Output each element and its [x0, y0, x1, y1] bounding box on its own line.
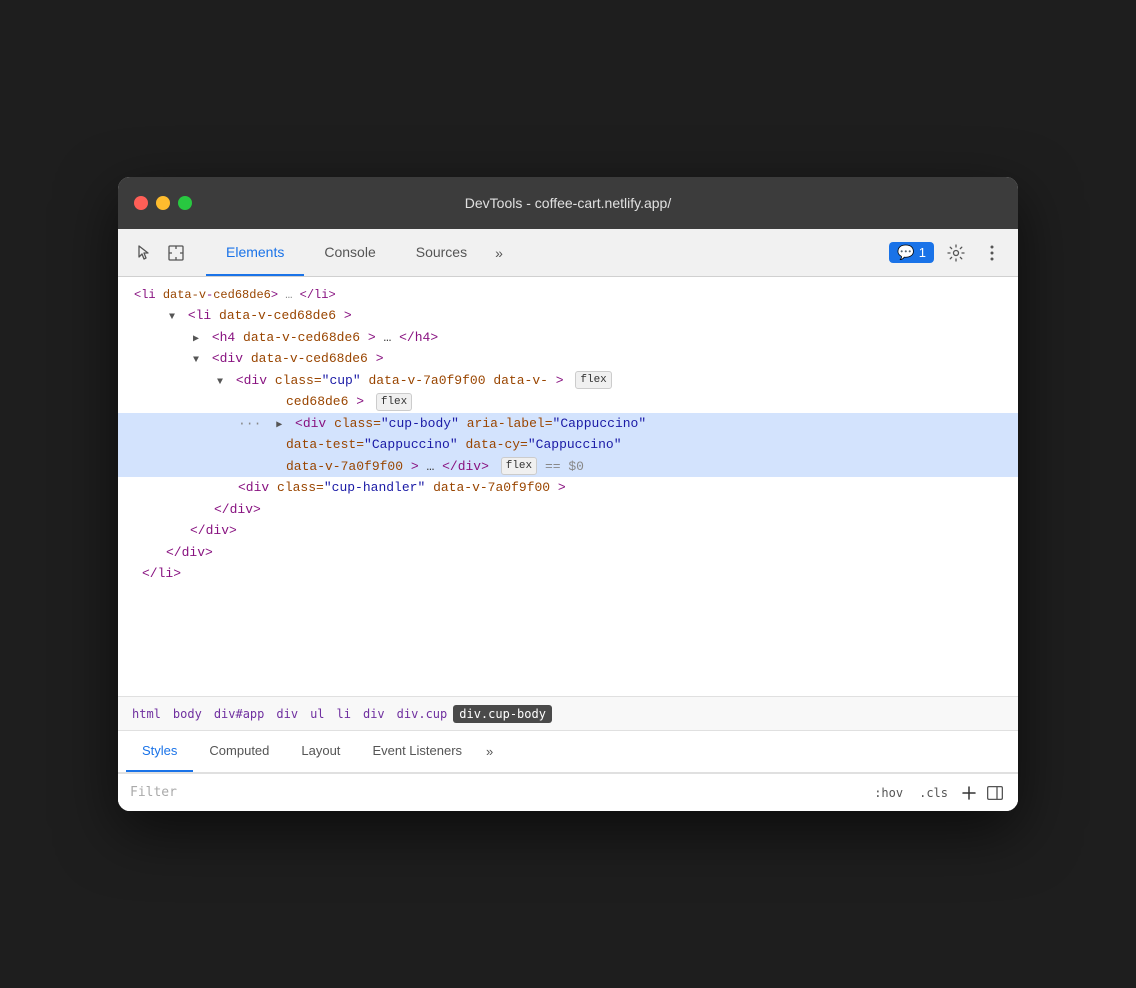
html-line[interactable]: <div class="cup-handler" data-v-7a0f9f00…: [118, 477, 1018, 499]
html-line[interactable]: <h4 data-v-ced68de6 > … </h4>: [118, 327, 1018, 349]
expand-icon[interactable]: [273, 414, 285, 434]
style-tab-event-listeners[interactable]: Event Listeners: [356, 731, 478, 772]
breadcrumb-bar: html body div#app div ul li div div.cup …: [118, 697, 1018, 731]
filter-actions: :hov .cls: [868, 782, 1006, 804]
settings-button[interactable]: [942, 239, 970, 267]
expand-icon[interactable]: [166, 306, 178, 326]
devtools-window: DevTools - coffee-cart.netlify.app/ El: [118, 177, 1018, 811]
breadcrumb-item-li[interactable]: li: [331, 705, 357, 723]
tab-more-button[interactable]: »: [487, 229, 511, 276]
notification-count: 1: [919, 245, 926, 260]
styles-panel: Styles Computed Layout Event Listeners »…: [118, 731, 1018, 811]
style-tab-layout[interactable]: Layout: [285, 731, 356, 772]
breadcrumb-item-div2[interactable]: div: [357, 705, 391, 723]
notification-button[interactable]: 💬 1: [889, 242, 934, 263]
html-line[interactable]: <div data-v-ced68de6 >: [118, 348, 1018, 370]
breadcrumb-item-ul[interactable]: ul: [304, 705, 330, 723]
html-line-continued: ced68de6 > flex: [118, 391, 1018, 413]
toggle-sidebar-button[interactable]: [984, 782, 1006, 804]
title-bar: DevTools - coffee-cart.netlify.app/: [118, 177, 1018, 229]
filter-bar: :hov .cls: [118, 773, 1018, 811]
html-line[interactable]: <li data-v-ced68de6 >: [118, 305, 1018, 327]
traffic-lights: [134, 196, 192, 210]
expand-icon[interactable]: [190, 349, 202, 369]
devtools-toolbar-icons: [130, 229, 190, 276]
tab-bar: Elements Console Sources » 💬 1: [118, 229, 1018, 277]
html-line[interactable]: <div class="cup" data-v-7a0f9f00 data-v-…: [118, 370, 1018, 392]
maximize-button[interactable]: [178, 196, 192, 210]
tab-elements[interactable]: Elements: [206, 229, 304, 276]
breadcrumb-item-divapp[interactable]: div#app: [208, 705, 271, 723]
styles-tabs: Styles Computed Layout Event Listeners »: [118, 731, 1018, 773]
close-button[interactable]: [134, 196, 148, 210]
chat-icon: 💬: [897, 244, 914, 261]
breadcrumb-item-divcup[interactable]: div.cup: [391, 705, 454, 723]
html-line[interactable]: </div>: [118, 542, 1018, 564]
cursor-icon[interactable]: [130, 239, 158, 267]
html-line[interactable]: </div>: [118, 520, 1018, 542]
more-options-button[interactable]: [978, 239, 1006, 267]
add-style-rule-button[interactable]: [958, 782, 980, 804]
html-line[interactable]: </li>: [118, 563, 1018, 585]
selected-html-line[interactable]: ··· <div class="cup-body" aria-label="Ca…: [118, 413, 1018, 435]
tab-bar-right: 💬 1: [889, 229, 1006, 276]
flex-badge[interactable]: flex: [575, 371, 611, 389]
filter-input[interactable]: [130, 785, 860, 800]
element-menu-dots[interactable]: ···: [238, 416, 261, 431]
style-tab-styles[interactable]: Styles: [126, 731, 193, 772]
breadcrumb-item-html[interactable]: html: [126, 705, 167, 723]
selected-html-line-cont[interactable]: data-test="Cappuccino" data-cy="Cappucci…: [118, 434, 1018, 456]
tab-console[interactable]: Console: [304, 229, 395, 276]
elements-panel: <li data-v-ced68de6> … </li> <li data-v-…: [118, 277, 1018, 697]
breadcrumb-item-divcupbody[interactable]: div.cup-body: [453, 705, 552, 723]
selected-html-line-cont2[interactable]: data-v-7a0f9f00 > … </div> flex == $0: [118, 456, 1018, 478]
breadcrumb-item-div[interactable]: div: [270, 705, 304, 723]
flex-badge[interactable]: flex: [376, 393, 412, 411]
hov-filter-button[interactable]: :hov: [868, 784, 909, 802]
window-title: DevTools - coffee-cart.netlify.app/: [465, 195, 671, 211]
tab-sources[interactable]: Sources: [396, 229, 487, 276]
minimize-button[interactable]: [156, 196, 170, 210]
html-line[interactable]: </div>: [118, 499, 1018, 521]
cls-filter-button[interactable]: .cls: [913, 784, 954, 802]
expand-icon[interactable]: [190, 328, 202, 348]
expand-icon[interactable]: [214, 371, 226, 391]
breadcrumb-item-body[interactable]: body: [167, 705, 208, 723]
style-tab-computed[interactable]: Computed: [193, 731, 285, 772]
inspect-icon[interactable]: [162, 239, 190, 267]
html-line[interactable]: <li data-v-ced68de6> … </li>: [118, 285, 1018, 305]
flex-badge[interactable]: flex: [501, 457, 537, 475]
style-tab-more-button[interactable]: »: [478, 731, 501, 772]
